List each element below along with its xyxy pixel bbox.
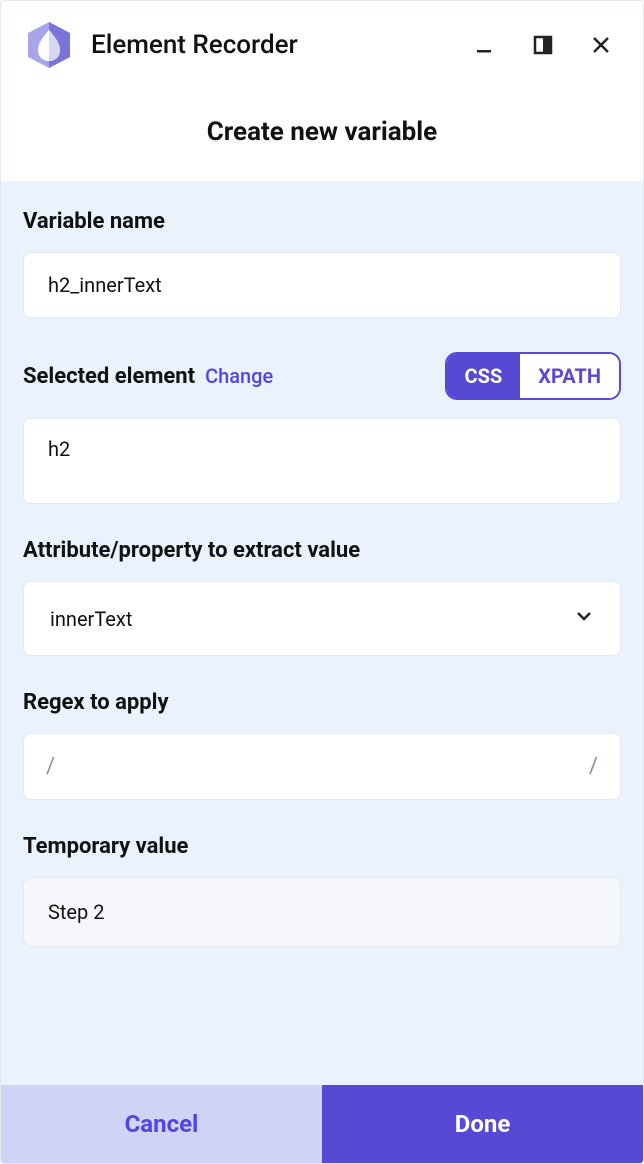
regex-field: Regex to apply / / xyxy=(23,690,621,800)
close-button[interactable] xyxy=(589,33,613,57)
regex-label: Regex to apply xyxy=(23,690,169,715)
footer: Cancel Done xyxy=(1,1085,643,1163)
css-toggle-button[interactable]: CSS xyxy=(447,354,521,398)
temporary-value: Step 2 xyxy=(48,900,104,924)
regex-input[interactable]: / / xyxy=(23,733,621,800)
attribute-select[interactable]: innerText xyxy=(23,581,621,656)
maximize-button[interactable] xyxy=(531,33,555,57)
selector-input[interactable]: h2 xyxy=(23,418,621,504)
selected-element-label: Selected element xyxy=(23,364,195,389)
cancel-button[interactable]: Cancel xyxy=(1,1085,322,1163)
temporary-value-field: Temporary value Step 2 xyxy=(23,834,621,947)
selector-type-toggle: CSS XPATH xyxy=(445,352,621,400)
form-area: Variable name Selected element Change CS… xyxy=(1,181,643,1085)
variable-name-input[interactable] xyxy=(23,252,621,318)
regex-suffix: / xyxy=(589,754,598,779)
chevron-down-icon xyxy=(574,606,594,631)
done-button[interactable]: Done xyxy=(322,1085,643,1163)
regex-prefix: / xyxy=(46,754,55,779)
page-title: Create new variable xyxy=(1,89,643,181)
selector-value: h2 xyxy=(48,437,70,461)
xpath-toggle-button[interactable]: XPATH xyxy=(520,354,619,398)
app-window: Element Recorder Create new variable Var… xyxy=(0,0,644,1164)
temporary-value-label: Temporary value xyxy=(23,834,188,859)
attribute-label: Attribute/property to extract value xyxy=(23,538,360,563)
app-logo-icon xyxy=(23,19,75,71)
selected-element-field: Selected element Change CSS XPATH h2 xyxy=(23,352,621,504)
attribute-field: Attribute/property to extract value inne… xyxy=(23,538,621,656)
attribute-value: innerText xyxy=(50,607,132,631)
app-title: Element Recorder xyxy=(91,30,457,60)
change-link[interactable]: Change xyxy=(205,364,273,388)
variable-name-label: Variable name xyxy=(23,209,165,234)
variable-name-field: Variable name xyxy=(23,209,621,318)
titlebar: Element Recorder xyxy=(1,1,643,89)
temporary-value-box: Step 2 xyxy=(23,877,621,947)
window-controls xyxy=(473,33,619,57)
minimize-button[interactable] xyxy=(473,33,497,57)
